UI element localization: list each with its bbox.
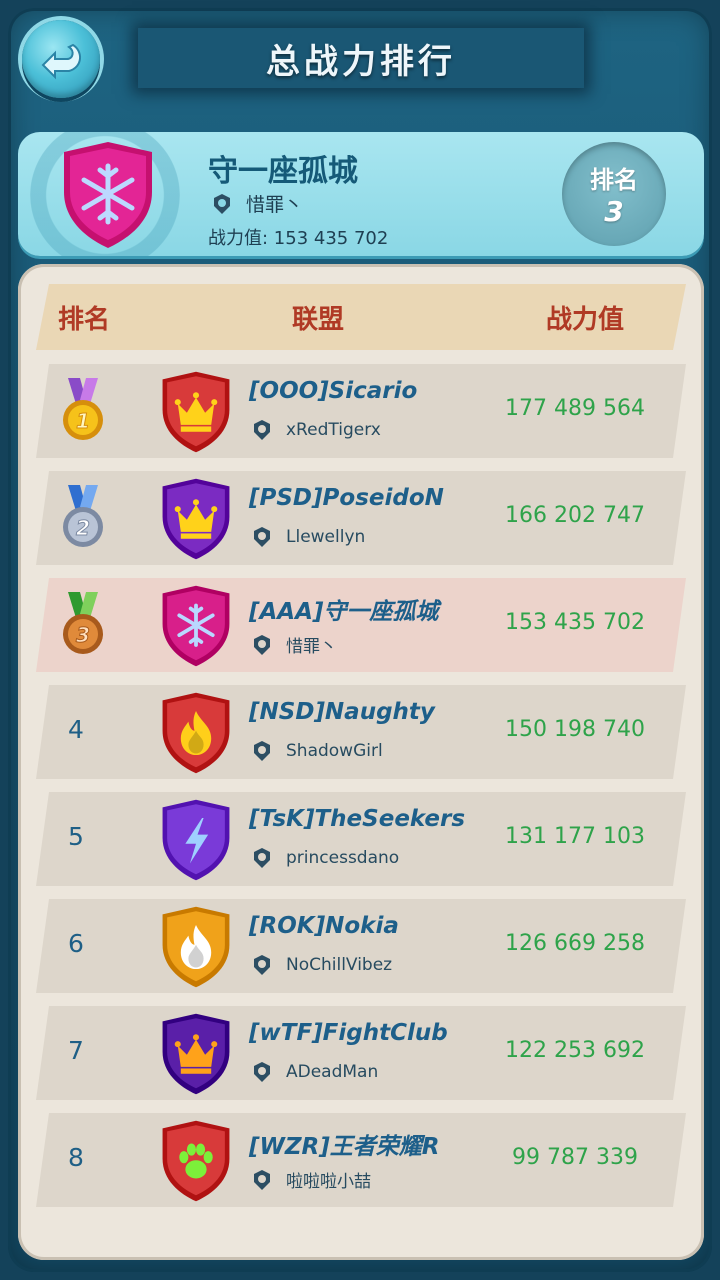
leader-name: princessdano <box>286 848 400 868</box>
crown-icon <box>158 370 234 458</box>
leader-name: 惜罪丶 <box>286 637 337 657</box>
leader-helmet-icon <box>254 741 270 761</box>
leader-name: 惜罪丶 <box>246 194 304 216</box>
snowflake-icon <box>158 584 234 672</box>
alliance-leader: ShadowGirl <box>250 739 383 763</box>
alliance-power: 166 202 747 <box>505 503 645 528</box>
medal-rank: 3 <box>76 623 90 647</box>
rank-number: 5 <box>68 822 84 851</box>
my-alliance-card[interactable]: 守一座孤城 惜罪丶 战力值: 153 435 702 排名 3 <box>18 132 704 256</box>
my-alliance-leader: 惜罪丶 <box>210 190 303 217</box>
alliance-leader: ADeadMan <box>250 1060 378 1084</box>
silver-medal-icon: 2 <box>58 485 108 553</box>
leader-name: Llewellyn <box>286 527 366 547</box>
lightning-icon <box>158 798 234 886</box>
ranking-row[interactable]: 5 [TsK]TheSeekers princessdano 131 177 1… <box>36 792 686 886</box>
column-rank: 排名 <box>58 305 111 335</box>
leader-helmet-icon <box>254 848 270 868</box>
rank-number: 4 <box>68 715 84 744</box>
leader-name: NoChillVibez <box>286 955 393 975</box>
gold-medal-icon: 1 <box>58 378 108 446</box>
my-alliance-name: 守一座孤城 <box>208 154 358 189</box>
leader-helmet-icon <box>254 634 270 655</box>
leader-name: xRedTigerx <box>286 420 381 440</box>
leader-helmet-icon <box>254 527 270 547</box>
back-button[interactable] <box>22 20 100 98</box>
ranking-row[interactable]: 8 [WZR]王者荣耀R 啦啦啦小喆 99 787 339 <box>36 1113 686 1207</box>
rank-value: 3 <box>604 195 624 228</box>
alliance-name: [OOO]Sicario <box>249 378 418 404</box>
ranking-row[interactable]: 4 [NSD]Naughty ShadowGirl 150 198 740 <box>36 685 686 779</box>
paw-icon <box>158 1119 234 1207</box>
leader-helmet-icon <box>254 1169 270 1190</box>
alliance-power: 131 177 103 <box>505 824 645 849</box>
alliance-name: [PSD]PoseidoN <box>249 485 444 511</box>
alliance-power: 99 787 339 <box>512 1145 638 1170</box>
alliance-name: [TsK]TheSeekers <box>249 806 466 832</box>
leader-helmet-icon <box>254 420 270 440</box>
back-arrow-icon <box>41 43 81 80</box>
alliance-power: 150 198 740 <box>505 717 645 742</box>
alliance-name: [NSD]Naughty <box>249 699 435 725</box>
column-header: 排名 联盟 战力值 <box>36 284 686 350</box>
flame-icon <box>158 905 234 993</box>
page-title: 总战力排行 <box>266 41 456 82</box>
alliance-leader: 惜罪丶 <box>250 632 337 657</box>
alliance-name: [wTF]FightClub <box>249 1020 448 1046</box>
ranking-row[interactable]: 2 [PSD]PoseidoN Llewellyn 166 202 747 <box>36 471 686 565</box>
bronze-medal-icon: 3 <box>58 592 108 660</box>
alliance-name: [ROK]Nokia <box>249 913 399 939</box>
medal-rank: 2 <box>76 516 90 540</box>
rank-number: 6 <box>68 929 84 958</box>
leader-helmet-icon <box>254 1062 270 1082</box>
alliance-power: 153 435 702 <box>505 610 645 635</box>
alliance-name: [WZR]王者荣耀R <box>249 1134 440 1160</box>
ranking-row[interactable]: 7 [wTF]FightClub ADeadMan 122 253 692 <box>36 1006 686 1100</box>
alliance-name: [AAA]守一座孤城 <box>249 599 439 625</box>
rank-label: 排名 <box>590 166 638 194</box>
flame-icon <box>158 691 234 779</box>
crown-icon <box>158 477 234 565</box>
alliance-leader: xRedTigerx <box>250 418 381 442</box>
alliance-leader: Llewellyn <box>250 525 365 549</box>
alliance-leader: 啦啦啦小喆 <box>250 1167 371 1192</box>
alliance-leader: NoChillVibez <box>250 953 392 977</box>
leader-helmet-icon <box>254 955 270 975</box>
my-rank-badge: 排名 3 <box>562 142 666 246</box>
column-power: 战力值 <box>546 305 625 335</box>
alliance-leader: princessdano <box>250 846 399 870</box>
leader-helmet-icon <box>214 193 230 214</box>
leader-name: ShadowGirl <box>286 741 383 761</box>
leader-name: 啦啦啦小喆 <box>286 1172 371 1192</box>
column-alliance: 联盟 <box>292 305 345 335</box>
rank-number: 8 <box>68 1143 84 1172</box>
medal-rank: 1 <box>76 409 90 433</box>
ranking-row[interactable]: 3 [AAA]守一座孤城 惜罪丶 153 435 702 <box>36 578 686 672</box>
crown-icon <box>158 1012 234 1100</box>
ranking-list: 1 [OOO]Sicario xRedTigerx 177 489 564 2 … <box>36 364 686 1220</box>
leader-name: ADeadMan <box>286 1062 379 1082</box>
rank-number: 7 <box>68 1036 84 1065</box>
alliance-power: 126 669 258 <box>505 931 645 956</box>
ranking-row[interactable]: 1 [OOO]Sicario xRedTigerx 177 489 564 <box>36 364 686 458</box>
title-banner: 总战力排行 <box>138 28 584 88</box>
snowflake-icon <box>58 140 158 254</box>
my-alliance-power: 战力值: 153 435 702 <box>208 228 389 249</box>
alliance-power: 122 253 692 <box>505 1038 645 1063</box>
ranking-row[interactable]: 6 [ROK]Nokia NoChillVibez 126 669 258 <box>36 899 686 993</box>
alliance-power: 177 489 564 <box>505 396 645 421</box>
